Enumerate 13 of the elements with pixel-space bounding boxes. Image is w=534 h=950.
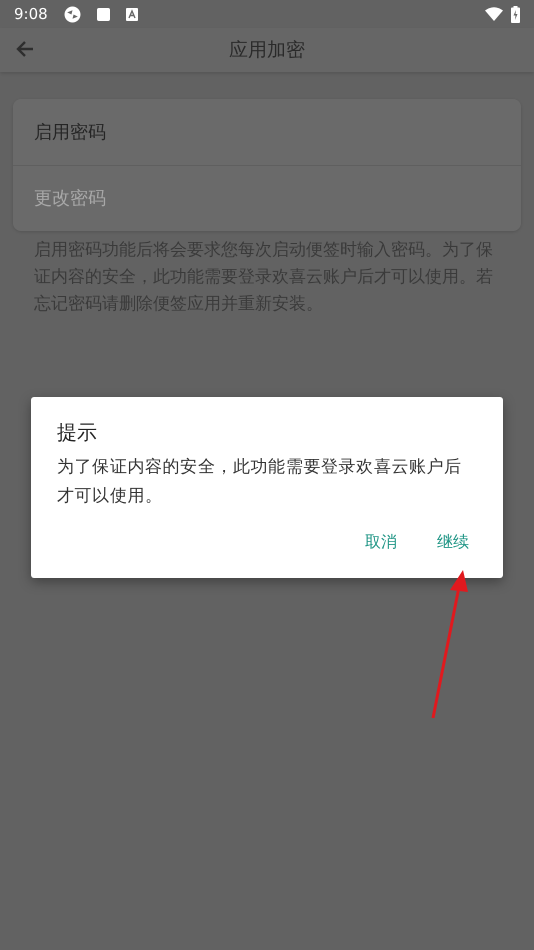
back-icon[interactable]	[16, 40, 34, 58]
settings-item[interactable]: 启用密码	[13, 99, 521, 165]
status-time: 9:08	[14, 4, 48, 25]
battery-icon	[511, 6, 520, 22]
dialog-button[interactable]: 取消	[359, 526, 403, 558]
dialog-title: 提示	[57, 419, 98, 446]
notification-icon	[64, 6, 81, 22]
dialog-button[interactable]: 继续	[431, 526, 475, 558]
wifi-icon	[485, 7, 503, 21]
dialog-message: 为了保证内容的安全，此功能需要登录欢喜云账户后才可以使用。	[57, 456, 463, 508]
app-bar-title: 应用加密	[229, 38, 305, 63]
keyboard-icon	[126, 8, 138, 20]
square-icon	[96, 8, 110, 20]
